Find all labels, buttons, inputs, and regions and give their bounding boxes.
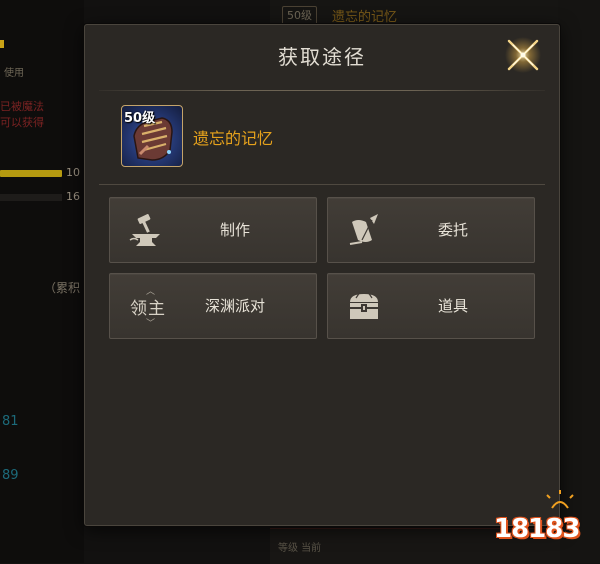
item-source-button[interactable]: 道具 xyxy=(327,273,535,339)
close-icon xyxy=(505,37,541,73)
background-red-text-1: 已被魔法 xyxy=(0,100,44,113)
dialog-title: 获取途径 xyxy=(278,45,366,69)
background-progress-bar-1 xyxy=(0,170,62,177)
item-name: 遗忘的记忆 xyxy=(193,129,274,148)
craft-label: 制作 xyxy=(219,221,250,239)
abyss-party-button[interactable]: ︿ 领主 ﹀ 深渊派对 xyxy=(109,273,317,339)
watermark-text: 18183 xyxy=(494,514,580,544)
craft-button[interactable]: 制作 xyxy=(109,197,317,263)
abyss-party-label: 深渊派对 xyxy=(204,297,265,315)
background-left-panel: 使用 已被魔法 可以获得 10 16 （累积 81 89 xyxy=(0,0,84,563)
background-progress-bar-2 xyxy=(0,194,62,201)
background-marker xyxy=(0,40,4,48)
close-button[interactable] xyxy=(503,35,543,75)
background-cumulative-text: （累积 xyxy=(44,281,81,295)
treasure-chest-icon xyxy=(350,291,378,319)
acquisition-dialog: 获取途径 50级 遗忘的记忆 制作 委托 ︿ 领主 ﹀ 深渊派对 道具 xyxy=(84,24,560,526)
background-level-text: 等级 当前 xyxy=(278,543,322,554)
background-number-2: 89 xyxy=(2,468,19,483)
scroll-quill-icon xyxy=(349,214,378,245)
background-red-text-2: 可以获得 xyxy=(0,116,44,129)
dialog-title-bar: 获取途径 xyxy=(85,25,559,85)
background-bar-1-value: 10 xyxy=(66,166,80,179)
commission-label: 委托 xyxy=(437,221,468,239)
item-source-label: 道具 xyxy=(437,297,468,315)
background-bar-2-value: 16 xyxy=(66,190,80,203)
chevron-down-icon: ﹀ xyxy=(146,319,156,329)
title-divider xyxy=(99,90,545,91)
commission-button[interactable]: 委托 xyxy=(327,197,535,263)
watermark-logo: 18183 xyxy=(490,490,594,554)
background-level-badge: 50级 xyxy=(282,6,317,26)
background-right-panel xyxy=(558,0,600,563)
background-item-title: 遗忘的记忆 xyxy=(332,10,398,25)
item-icon[interactable]: 50级 xyxy=(121,105,183,167)
item-level-badge: 50级 xyxy=(124,111,156,126)
background-usage-text: 使用 xyxy=(4,68,24,79)
anvil-hammer-icon xyxy=(129,214,160,246)
background-number-1: 81 xyxy=(2,414,19,429)
lord-badge-icon: ︿ 领主 ﹀ xyxy=(126,286,166,329)
item-divider xyxy=(99,184,545,185)
